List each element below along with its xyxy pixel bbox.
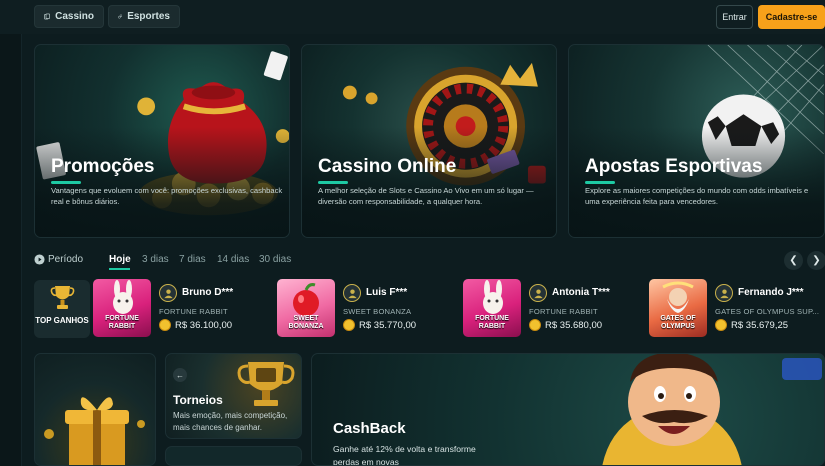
entrar-button[interactable]: Entrar [716,5,753,29]
winner-name: Fernando J*** [738,287,804,298]
winner-card[interactable]: FORTUNE RABBIT Bruno D*** FORTUNE RABBIT… [93,279,273,339]
user-icon [533,288,543,298]
hero-accent-bar [51,181,81,184]
winner-amount: R$ 35.679,25 [731,320,789,331]
cadastre-button[interactable]: Cadastre-se [758,5,825,29]
game-thumbnail-label: FORTUNE RABBIT [105,315,139,330]
winner-name: Bruno D*** [182,287,234,298]
trophy-icon [50,286,75,309]
promo-card-torneios[interactable]: ← Torneios Mais emoção, mais competição,… [165,353,302,439]
hero-description: Explore as maiores competições do mundo … [585,186,809,206]
promo-card-extra[interactable] [165,446,302,466]
game-thumbnail-label: GATES OF OLYMPUS [660,315,696,330]
expand-arrow-button[interactable]: ← [173,368,187,382]
winner-amount: R$ 36.100,00 [175,320,233,331]
chevron-right-icon: ❯ [812,255,821,266]
chevron-left-icon: ❮ [789,255,798,266]
winner-card[interactable]: GATES OF OLYMPUS Fernando J*** GATES OF … [649,279,825,339]
chevron-left-icon: ← [176,370,184,380]
periodo-label: Período [48,254,84,265]
promo-card-gift[interactable] [34,353,156,466]
avatar [529,284,547,302]
tab-14-dias[interactable]: 14 dias [217,254,249,265]
game-thumbnail-label: FORTUNE RABBIT [475,315,509,330]
avatar [343,284,361,302]
top-ganhos-badge: TOP GANHOS [34,280,90,338]
game-thumbnail[interactable]: GATES OF OLYMPUS [649,279,707,337]
winner-game: GATES OF OLYMPUS SUP... [715,307,820,316]
winner-game: FORTUNE RABBIT [159,307,228,316]
avatar [715,284,733,302]
cashback-description: Ganhe até 12% de volta e transforme perd… [333,444,476,466]
user-icon [719,288,729,298]
active-tab-underline [109,268,130,270]
winner-name: Antonia T*** [552,287,610,298]
game-thumbnail-label: SWEET BONANZA [288,315,324,330]
hero-card-apostas-esportivas[interactable]: Apostas Esportivas Explore as maiores co… [568,44,825,238]
winner-name: Luis F*** [366,287,408,298]
avatar [159,284,177,302]
tab-30-dias[interactable]: 30 dias [259,254,291,265]
winner-game: FORTUNE RABBIT [529,307,598,316]
hero-description: Vantagens que evoluem com você: promoçõe… [51,186,283,206]
hero-card-promocoes[interactable]: Promoções Vantagens que evoluem com você… [34,44,290,238]
hero-accent-bar [318,181,348,184]
winner-card[interactable]: SWEET BONANZA Luis F*** SWEET BONANZA R$… [277,279,457,339]
game-thumbnail[interactable]: FORTUNE RABBIT [463,279,521,337]
coin-icon [343,319,355,331]
next-arrow-button[interactable]: ❯ [807,251,825,270]
prev-arrow-button[interactable]: ❮ [784,251,803,270]
torneios-title: Torneios [173,393,223,407]
top-navbar: Cassino Esportes Entrar Cadastre-se [0,0,825,34]
hero-card-cassino-online[interactable]: Cassino Online A melhor seleção de Slots… [301,44,557,238]
hero-description: A melhor seleção de Slots e Cassino Ao V… [318,186,534,206]
nav-cassino-label: Cassino [55,11,94,22]
hero-accent-bar [585,181,615,184]
hero-title: Cassino Online [318,156,457,177]
sports-icon [118,14,123,19]
nav-esportes-button[interactable]: Esportes [108,5,180,28]
left-rail [0,34,22,466]
winner-amount: R$ 35.680,00 [545,320,603,331]
user-icon [347,288,357,298]
cashback-title: CashBack [333,420,406,437]
hero-title: Promoções [51,156,155,177]
nav-cassino-button[interactable]: Cassino [34,5,104,28]
torneios-description: Mais emoção, mais competição, mais chanc… [173,411,288,432]
winner-amount: R$ 35.770,00 [359,320,417,331]
coin-icon [159,319,171,331]
nav-esportes-label: Esportes [127,11,170,22]
winner-game: SWEET BONANZA [343,307,412,316]
top-ganhos-label: TOP GANHOS [35,316,89,325]
cards-icon [44,13,50,20]
promo-card-cashback[interactable]: CashBack Ganhe até 12% de volta e transf… [311,353,825,466]
play-circle-icon [34,254,45,265]
coin-icon [715,319,727,331]
coin-icon [529,319,541,331]
tab-hoje[interactable]: Hoje [109,254,131,265]
tab-3-dias[interactable]: 3 dias [142,254,169,265]
winner-card[interactable]: FORTUNE RABBIT Antonia T*** FORTUNE RABB… [463,279,643,339]
game-thumbnail[interactable]: SWEET BONANZA [277,279,335,337]
game-thumbnail[interactable]: FORTUNE RABBIT [93,279,151,337]
gift-box-icon [44,397,145,465]
hero-title: Apostas Esportivas [585,156,763,177]
user-icon [163,288,173,298]
tab-7-dias[interactable]: 7 dias [179,254,206,265]
